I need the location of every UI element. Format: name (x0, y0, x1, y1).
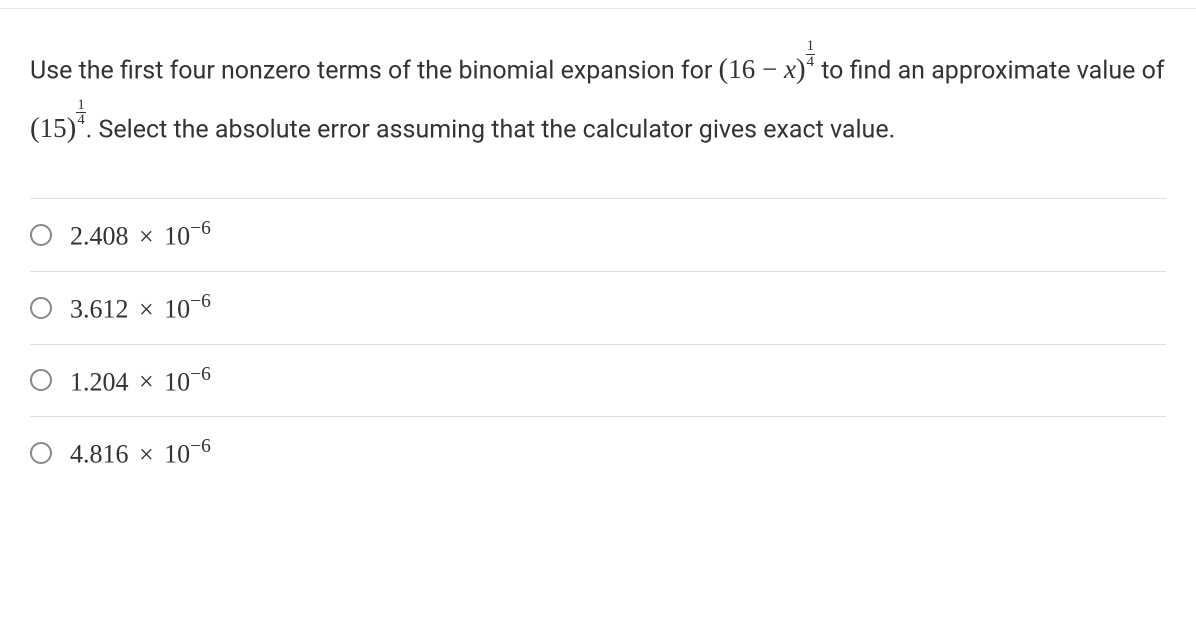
option-coef: 1.204 (70, 367, 129, 396)
option-base: 10 (164, 295, 190, 324)
option-exp: −6 (190, 436, 211, 457)
expr2-base: 15 (40, 113, 67, 143)
expr2: (15)14 (30, 113, 86, 143)
option-exp: −6 (190, 364, 211, 385)
option-label-4[interactable]: 4.816 × 10−6 (70, 436, 211, 470)
option-row[interactable]: 1.204 × 10−6 (30, 344, 1166, 417)
times-symbol: × (139, 295, 154, 324)
paren-close-2: ) (67, 112, 77, 144)
expr1-var: x (784, 54, 796, 84)
option-row[interactable]: 4.816 × 10−6 (30, 416, 1166, 489)
option-base: 10 (164, 222, 190, 251)
option-row[interactable]: 3.612 × 10−6 (30, 271, 1166, 344)
question-container: Use the first four nonzero terms of the … (0, 8, 1196, 489)
option-label-2[interactable]: 3.612 × 10−6 (70, 291, 211, 325)
paren-open: ( (719, 53, 729, 85)
expr1-minus: − (755, 54, 784, 84)
option-coef: 3.612 (70, 295, 129, 324)
option-base: 10 (164, 440, 190, 469)
expr1-exponent: 14 (806, 39, 815, 70)
expr1: (16 − x)14 (719, 54, 815, 84)
question-part3: . Select the absolute error assuming tha… (86, 115, 895, 144)
expr2-exponent: 14 (76, 98, 85, 129)
option-coef: 2.408 (70, 222, 129, 251)
option-radio-2[interactable] (30, 297, 52, 319)
options-list: 2.408 × 10−6 3.612 × 10−6 1.204 × 10−6 (30, 198, 1166, 489)
question-part2: to find an approximate value of (815, 56, 1165, 85)
frac-den-2: 4 (76, 113, 85, 128)
times-symbol: × (139, 222, 154, 251)
question-part1: Use the first four nonzero terms of the … (30, 56, 719, 85)
option-coef: 4.816 (70, 440, 129, 469)
paren-open-2: ( (30, 112, 40, 144)
option-label-1[interactable]: 2.408 × 10−6 (70, 218, 211, 252)
frac-num: 1 (806, 39, 815, 55)
question-text: Use the first four nonzero terms of the … (30, 39, 1166, 156)
frac-num-2: 1 (76, 98, 85, 114)
option-base: 10 (164, 367, 190, 396)
option-exp: −6 (190, 291, 211, 312)
option-exp: −6 (190, 218, 211, 239)
option-label-3[interactable]: 1.204 × 10−6 (70, 364, 211, 398)
expr1-base: 16 (728, 54, 755, 84)
option-radio-3[interactable] (30, 369, 52, 391)
paren-close: ) (796, 53, 806, 85)
frac-den: 4 (806, 55, 815, 70)
option-radio-4[interactable] (30, 442, 52, 464)
option-row[interactable]: 2.408 × 10−6 (30, 198, 1166, 271)
option-radio-1[interactable] (30, 224, 52, 246)
times-symbol: × (139, 367, 154, 396)
times-symbol: × (139, 440, 154, 469)
